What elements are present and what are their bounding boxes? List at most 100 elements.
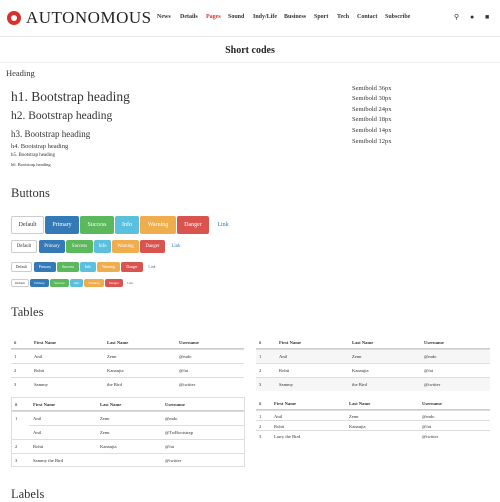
link-button-sm[interactable]: Link — [145, 262, 159, 272]
table-row: 2 Rohit Kanaujia @fat — [11, 363, 244, 377]
cell: @fat — [179, 368, 189, 373]
primary-button-sm[interactable]: Primary — [34, 262, 56, 272]
col-header-first-name: First Name — [34, 340, 57, 345]
table-row: 3 Sammy the Bird @twitter — [12, 453, 244, 467]
table-row: 3 Larry the Bird @twitter — [256, 430, 490, 441]
col-header-username: Username — [165, 402, 185, 407]
col-header-number: # — [14, 340, 17, 345]
nav-item-contact[interactable]: Contact — [357, 14, 377, 20]
success-button-lg[interactable]: Success — [80, 216, 114, 234]
col-header-first-name: First Name — [279, 340, 302, 345]
size-label-2: Semibold 30px — [352, 95, 392, 102]
primary-button-md[interactable]: Primary — [39, 240, 65, 253]
cell: 2 — [259, 424, 262, 429]
col-header-first-name: First Name — [33, 402, 56, 407]
cell: 3 — [259, 382, 262, 387]
table-row: 2 Rohit Kanaujia @fat — [12, 439, 244, 453]
site-header: AUTONOMOUS News Details Pages Sound Indy… — [0, 0, 500, 37]
cell: 3 — [14, 382, 17, 387]
h5-sample: h5. Bootstrap heading — [11, 153, 56, 158]
cell: Anil — [33, 430, 42, 435]
nav-item-sport[interactable]: Sport — [314, 14, 328, 20]
cell: Zenn — [107, 354, 117, 359]
nav-item-subscribe[interactable]: Subscribe — [385, 14, 410, 20]
col-header-last-name: Last Name — [100, 402, 122, 407]
size-label-3: Semibold 24px — [352, 106, 392, 113]
cell: Kanaujia — [352, 368, 369, 373]
nav-item-tech[interactable]: Tech — [337, 14, 349, 20]
default-button-xs[interactable]: Default — [11, 279, 29, 287]
nav-item-pages[interactable]: Pages — [206, 14, 221, 20]
size-label-1: Semibold 36px — [352, 85, 392, 92]
primary-button-lg[interactable]: Primary — [45, 216, 79, 234]
table-row: 3 Sammy the Bird @twitter — [11, 377, 244, 391]
table-row: Anil Zenn @TwBootstrap — [29, 425, 244, 439]
cell: 1 — [14, 354, 17, 359]
default-button-sm[interactable]: Default — [11, 262, 32, 272]
warning-button-xs[interactable]: Warning — [84, 279, 104, 287]
table-row: 3 Sammy the Bird @twitter — [256, 377, 490, 391]
nav-item-sound[interactable]: Sound — [228, 14, 244, 20]
col-header-last-name: Last Name — [349, 401, 371, 406]
nav-item-business[interactable]: Business — [284, 14, 306, 20]
h4-sample: h4. Bootstrap heading — [11, 143, 69, 150]
success-button-xs[interactable]: Success — [50, 279, 69, 287]
info-button-xs[interactable]: Info — [70, 279, 83, 287]
nav-item-details[interactable]: Details — [180, 14, 198, 20]
info-button-md[interactable]: Info — [94, 240, 111, 253]
danger-button-xs[interactable]: Danger — [105, 279, 123, 287]
search-icon[interactable]: ⚲ — [454, 13, 459, 21]
table-row: 1 Anil Zenn @mdo — [11, 349, 244, 363]
nav-item-news[interactable]: News — [157, 14, 171, 20]
col-header-last-name: Last Name — [107, 340, 129, 345]
col-header-number: # — [259, 340, 262, 345]
cell: @fat — [422, 424, 432, 429]
success-button-sm[interactable]: Success — [57, 262, 79, 272]
h6-sample: h6. Bootstrap heading — [11, 162, 51, 167]
col-header-username: Username — [179, 340, 199, 345]
cell: Anil — [279, 354, 288, 359]
buttons-title: Buttons — [11, 186, 50, 200]
table-header-row: # First Name Last Name Username — [11, 336, 244, 349]
size-label-5: Semibold 14px — [352, 127, 392, 134]
link-button-md[interactable]: Link — [167, 240, 185, 253]
size-label-4: Semibold 18px — [352, 116, 392, 123]
cell: @twitter — [179, 382, 196, 387]
cell: @fat — [424, 368, 434, 373]
default-button-md[interactable]: Default — [11, 240, 37, 253]
warning-button-sm[interactable]: Warning — [97, 262, 120, 272]
site-logo[interactable]: AUTONOMOUS — [26, 8, 152, 28]
warning-button-md[interactable]: Warning — [112, 240, 139, 253]
cell: Kanaujia — [100, 444, 117, 449]
cell: 2 — [15, 444, 18, 449]
logo-icon[interactable] — [7, 11, 21, 25]
warning-button-lg[interactable]: Warning — [140, 216, 176, 234]
h3-sample: h3. Bootstrap heading — [11, 129, 91, 139]
cell: the Bird — [352, 382, 367, 387]
info-button-lg[interactable]: Info — [115, 216, 139, 234]
danger-button-sm[interactable]: Danger — [121, 262, 143, 272]
table-row: 1 Anil Zenn @mdo — [12, 411, 244, 425]
success-button-md[interactable]: Success — [66, 240, 93, 253]
cell: 3 — [259, 434, 262, 439]
danger-button-lg[interactable]: Danger — [177, 216, 209, 234]
danger-button-md[interactable]: Danger — [140, 240, 165, 253]
primary-button-xs[interactable]: Primary — [30, 279, 49, 287]
nav-item-indy-life[interactable]: Indy/Life — [253, 14, 277, 20]
info-button-sm[interactable]: Info — [80, 262, 96, 272]
default-button-lg[interactable]: Default — [11, 216, 44, 234]
cell: Sammy — [279, 382, 294, 387]
cell: Zenn — [100, 416, 110, 421]
cell: @twitter — [424, 382, 441, 387]
cell: @mdo — [165, 416, 178, 421]
link-button-xs[interactable]: Link — [124, 279, 136, 287]
cell: Rohit — [33, 444, 44, 449]
user-icon[interactable]: ● — [470, 13, 474, 21]
cell: 2 — [14, 368, 17, 373]
cell: Anil — [33, 416, 42, 421]
cell: Anil — [274, 414, 283, 419]
cart-icon[interactable]: ■ — [485, 13, 489, 21]
cell: Rohit — [274, 424, 285, 429]
link-button-lg[interactable]: Link — [211, 216, 235, 234]
cell: @twitter — [165, 458, 182, 463]
